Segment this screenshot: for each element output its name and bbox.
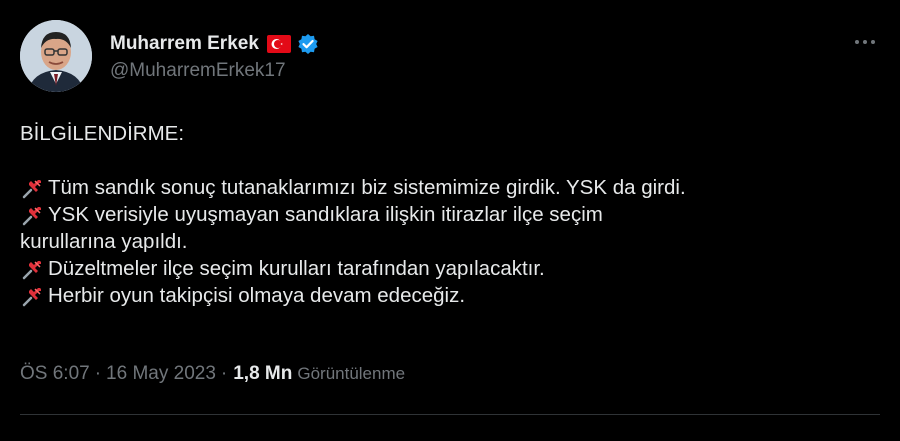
tweet-line-text: Düzeltmeler ilçe seçim kurulları tarafın…: [48, 257, 545, 280]
tweet-header: Muharrem Erkek @MuharremErkek17: [20, 20, 882, 94]
tweet-line-text: YSK verisiyle uyuşmayan sandıklara ilişk…: [48, 203, 603, 226]
tweet-time[interactable]: ÖS 6:07: [20, 363, 90, 385]
tweet-line: Düzeltmeler ilçe seçim kurulları tarafın…: [20, 255, 882, 282]
views-label: Görüntülenme: [297, 364, 406, 383]
tweet-date[interactable]: 16 May 2023: [106, 363, 216, 385]
author-name-row: Muharrem Erkek: [110, 30, 319, 58]
avatar[interactable]: [20, 20, 92, 92]
tweet-line: kurullarına yapıldı.: [20, 228, 882, 255]
verified-badge-icon[interactable]: [297, 33, 319, 55]
tweet-line: YSK verisiyle uyuşmayan sandıklara ilişk…: [20, 201, 882, 228]
tweet-heading: BİLGİLENDİRME:: [20, 122, 185, 145]
meta-separator: ·: [220, 363, 228, 384]
tweet-meta: ÖS 6:07 · 16 May 2023 · 1,8 Mn Görüntüle…: [20, 363, 405, 385]
author-handle[interactable]: @MuharremErkek17: [110, 60, 286, 82]
tweet-line: Tüm sandık sonuç tutanaklarımızı biz sis…: [20, 174, 882, 201]
tweet-line-text: kurullarına yapıldı.: [20, 230, 188, 253]
turkey-flag-icon: [266, 35, 291, 53]
author-name[interactable]: Muharrem Erkek: [110, 33, 259, 55]
divider: [20, 414, 880, 415]
pushpin-icon: [20, 283, 46, 309]
tweet-line-text: Tüm sandık sonuç tutanaklarımızı biz sis…: [48, 176, 686, 199]
more-options-icon[interactable]: [852, 32, 878, 52]
pushpin-icon: [20, 175, 46, 201]
views-count[interactable]: 1,8 Mn: [233, 363, 292, 385]
tweet-line-text: Herbir oyun takipçisi olmaya devam edece…: [48, 284, 466, 307]
pushpin-icon: [20, 202, 46, 228]
meta-separator: ·: [94, 363, 102, 384]
pushpin-icon: [20, 256, 46, 282]
tweet-text: BİLGİLENDİRME: Tüm sandık sonuç tutanakl…: [20, 120, 882, 309]
tweet-line: Herbir oyun takipçisi olmaya devam edece…: [20, 282, 882, 309]
